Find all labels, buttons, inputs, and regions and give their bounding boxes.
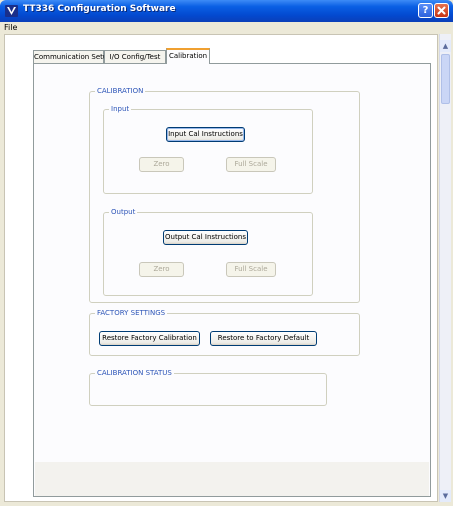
calibration-status-group: CALIBRATION STATUS bbox=[89, 369, 327, 406]
input-group-label: Input bbox=[109, 105, 132, 114]
scroll-down-icon[interactable]: ▼ bbox=[440, 490, 451, 502]
calibration-status-group-label: CALIBRATION STATUS bbox=[95, 369, 174, 378]
help-button[interactable]: ? bbox=[418, 3, 433, 18]
input-full-scale-button[interactable]: Full Scale bbox=[226, 157, 276, 172]
panel-footer bbox=[35, 462, 429, 496]
input-cal-instructions-button[interactable]: Input Cal Instructions bbox=[166, 127, 245, 142]
tab-communication-setup[interactable]: Communication Setup bbox=[33, 50, 112, 63]
output-group-label: Output bbox=[109, 208, 138, 217]
close-icon bbox=[437, 6, 446, 15]
calibration-group: CALIBRATION Input Input Cal Instructions… bbox=[89, 87, 360, 303]
restore-factory-default-button[interactable]: Restore to Factory Default bbox=[210, 331, 317, 346]
menu-file[interactable]: File bbox=[4, 23, 17, 32]
output-zero-button[interactable]: Zero bbox=[139, 262, 184, 277]
app-window: TT336 Configuration Software ? File ▲ ▼ … bbox=[0, 0, 453, 506]
factory-settings-group-label: FACTORY SETTINGS bbox=[95, 309, 168, 318]
restore-factory-calibration-button[interactable]: Restore Factory Calibration bbox=[99, 331, 200, 346]
menu-bar: File bbox=[0, 22, 453, 34]
tab-io-config-test[interactable]: I/O Config/Test bbox=[104, 50, 166, 63]
calibration-panel: CALIBRATION Input Input Cal Instructions… bbox=[33, 63, 431, 497]
calibration-group-label: CALIBRATION bbox=[95, 87, 146, 96]
vertical-scrollbar[interactable]: ▲ ▼ bbox=[439, 34, 451, 502]
input-group: Input Input Cal Instructions Zero Full S… bbox=[103, 105, 313, 194]
input-zero-button[interactable]: Zero bbox=[139, 157, 184, 172]
factory-settings-group: FACTORY SETTINGS Restore Factory Calibra… bbox=[89, 309, 360, 356]
output-group: Output Output Cal Instructions Zero Full… bbox=[103, 208, 313, 296]
scroll-up-icon[interactable]: ▲ bbox=[440, 40, 451, 52]
window-title: TT336 Configuration Software bbox=[23, 4, 176, 14]
scroll-thumb[interactable] bbox=[441, 54, 450, 104]
output-cal-instructions-button[interactable]: Output Cal Instructions bbox=[163, 230, 248, 245]
close-button[interactable] bbox=[434, 3, 449, 18]
output-full-scale-button[interactable]: Full Scale bbox=[226, 262, 276, 277]
app-logo-icon bbox=[5, 5, 18, 17]
tab-calibration[interactable]: Calibration bbox=[166, 48, 210, 64]
title-bar[interactable]: TT336 Configuration Software ? bbox=[0, 0, 453, 22]
